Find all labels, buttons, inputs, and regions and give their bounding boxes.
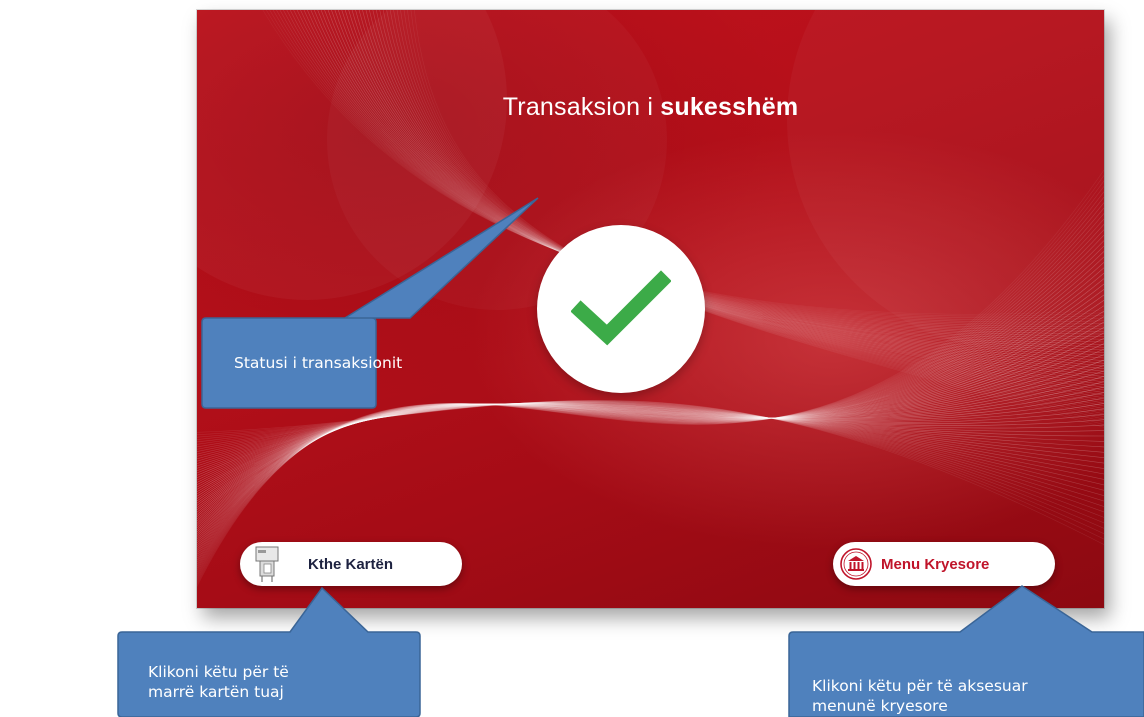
main-menu-label: Menu Kryesore: [881, 555, 990, 573]
checkmark-icon: [571, 270, 671, 346]
callout-menu-line2: menunë kryesore: [812, 697, 948, 715]
return-card-label: Kthe Kartën: [308, 555, 394, 573]
callout-status-text: Statusi i transaksionit: [234, 354, 403, 372]
callout-menu-text: Klikoni këtu për të aksesuar menunë krye…: [812, 676, 1142, 716]
card-return-icon: [255, 546, 279, 582]
transaction-title: Transaksion i sukesshëm: [197, 93, 1104, 122]
callout-card-text: Klikoni këtu për të marrë kartën tuaj: [148, 662, 398, 702]
page: Transaksion i sukesshëm Kthe Kartën Menu…: [0, 0, 1144, 717]
return-card-button[interactable]: Kthe Kartën: [240, 542, 462, 586]
title-regular: Transaksion i: [502, 93, 661, 121]
title-bold: sukesshëm: [660, 93, 799, 121]
callout-card-line2: marrë kartën tuaj: [148, 683, 284, 701]
main-menu-button[interactable]: Menu Kryesore: [833, 542, 1055, 586]
callout-menu-line1: Klikoni këtu për të aksesuar: [812, 677, 1028, 695]
atm-screen: Transaksion i sukesshëm Kthe Kartën Menu…: [197, 10, 1104, 608]
callout-card-line1: Klikoni këtu për të: [148, 663, 289, 681]
bank-icon: [840, 548, 872, 580]
status-circle: [537, 225, 705, 393]
